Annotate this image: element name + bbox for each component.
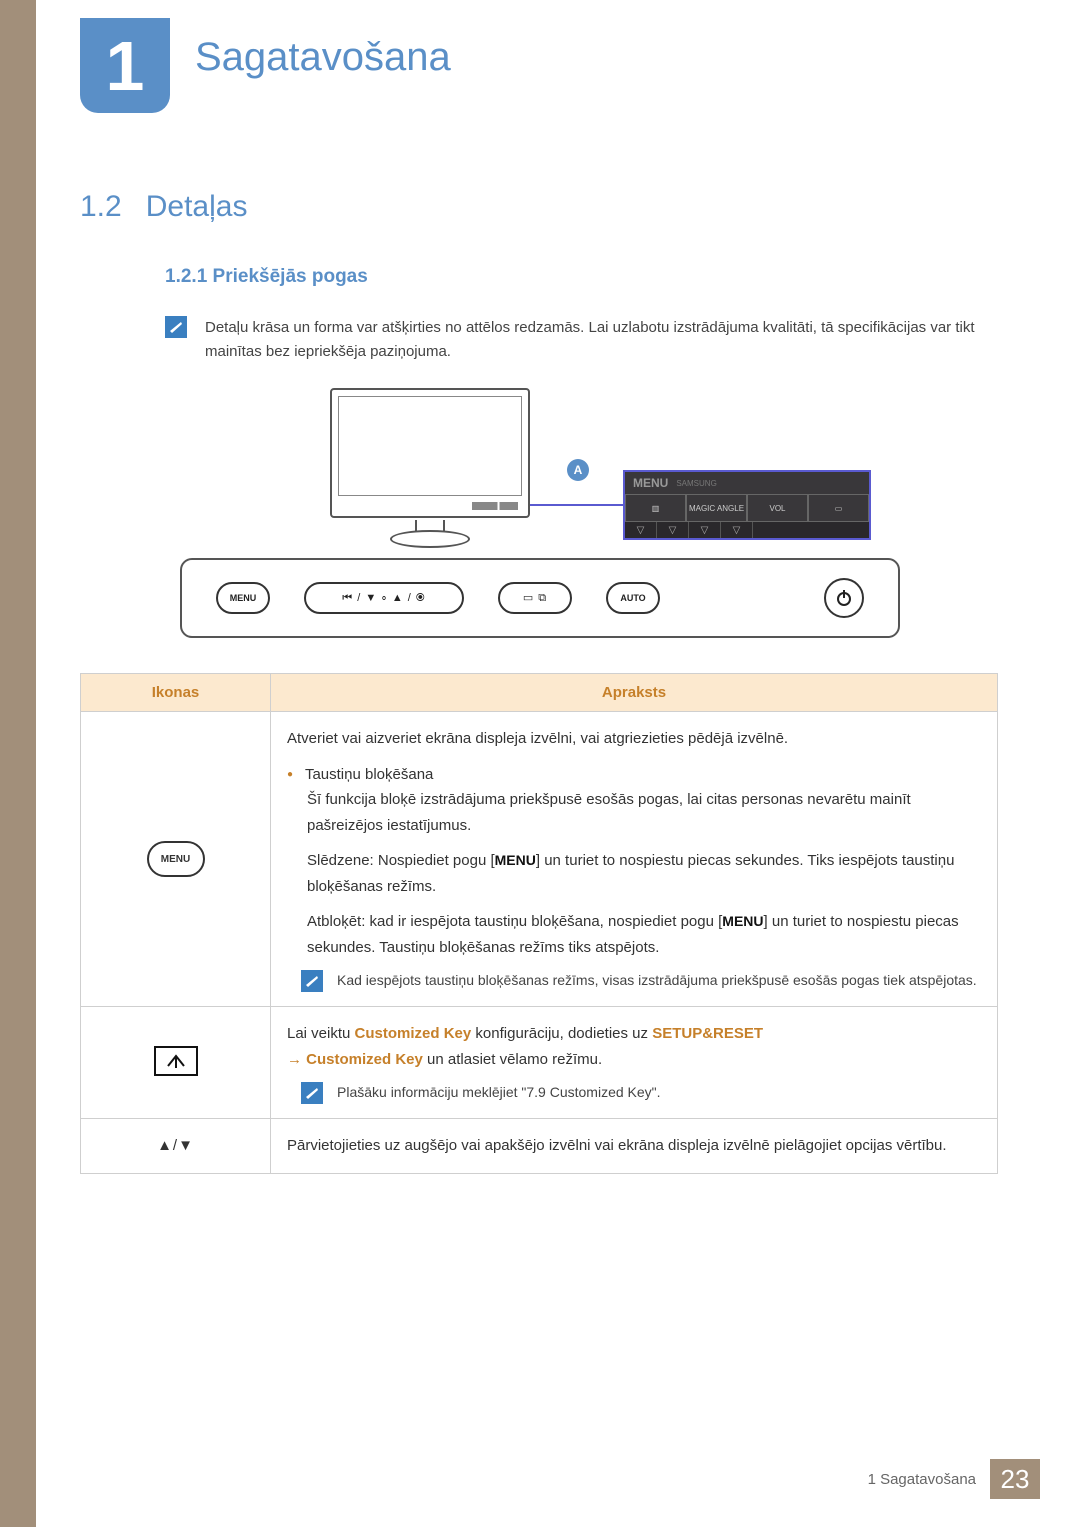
menu-button-icon: MENU xyxy=(147,841,205,877)
panel-cell-magic: MAGIC ANGLE xyxy=(686,494,747,522)
arrows-description: Pārvietojieties uz augšējo vai apakšējo … xyxy=(271,1119,998,1174)
icons-description-table: Ikonas Apraksts MENU Atveriet vai aizver… xyxy=(80,673,998,1174)
front-buttons-diagram: A MENU SAMSUNG ▥ MAGIC ANGLE VOL ▭ ▽▽▽▽ xyxy=(180,388,900,643)
th-icons: Ikonas xyxy=(81,674,271,712)
up-down-arrows-icon: ▲/▼ xyxy=(157,1137,194,1154)
panel-brand: SAMSUNG xyxy=(676,479,716,488)
panel-cell-vol: VOL xyxy=(747,494,808,522)
info-note: Detaļu krāsa un forma var atšķirties no … xyxy=(165,316,1015,364)
footer-page-number: 23 xyxy=(990,1459,1040,1499)
table-row: Lai veiktu Customized Key konfigurāciju,… xyxy=(81,1007,998,1119)
bezel-power-button xyxy=(824,578,864,618)
note-text: Detaļu krāsa un forma var atšķirties no … xyxy=(205,316,1015,364)
section-number: 1.2 xyxy=(80,190,122,224)
chapter-title: Sagatavošana xyxy=(195,35,451,80)
bezel-menu-button: MENU xyxy=(216,582,270,614)
bezel-auto-button: AUTO xyxy=(606,582,660,614)
section-heading: 1.2 Detaļas xyxy=(80,190,1015,224)
page-footer: 1 Sagatavošana 23 xyxy=(868,1459,1040,1499)
bezel-source-button: ▭ ⧉ xyxy=(498,582,572,614)
panel-menu-label: MENU xyxy=(633,476,668,490)
callout-a-badge: A xyxy=(567,459,589,481)
menu-description: Atveriet vai aizveriet ekrāna displeja i… xyxy=(271,712,998,1007)
ckey-description: Lai veiktu Customized Key konfigurāciju,… xyxy=(271,1007,998,1119)
subsection-title: Priekšējās pogas xyxy=(213,266,368,287)
monitor-outline xyxy=(330,388,530,518)
chapter-tab: 1 xyxy=(80,18,170,113)
left-margin-band xyxy=(0,0,36,1527)
table-row: MENU Atveriet vai aizveriet ekrāna displ… xyxy=(81,712,998,1007)
panel-cell-src: ▭ xyxy=(808,494,869,522)
customized-key-icon xyxy=(154,1046,198,1076)
subsection-number: 1.2.1 xyxy=(165,266,207,287)
subsection-heading: 1.2.1 Priekšējās pogas xyxy=(165,266,1015,288)
table-row: ▲/▼ Pārvietojieties uz augšējo vai apakš… xyxy=(81,1119,998,1174)
panel-cell-battery: ▥ xyxy=(625,494,686,522)
note-icon xyxy=(301,970,323,992)
th-desc: Apraksts xyxy=(271,674,998,712)
bezel-nav-button: ⏮ / ▼ ∘ ▲ / ⦿ xyxy=(304,582,464,614)
callout-panel: MENU SAMSUNG ▥ MAGIC ANGLE VOL ▭ ▽▽▽▽ xyxy=(623,470,871,540)
bezel-button-strip: MENU ⏮ / ▼ ∘ ▲ / ⦿ ▭ ⧉ AUTO xyxy=(180,558,900,638)
page-content: 1.2 Detaļas 1.2.1 Priekšējās pogas Detaļ… xyxy=(80,190,1015,1174)
note-icon xyxy=(301,1082,323,1104)
note-icon xyxy=(165,316,187,338)
section-title: Detaļas xyxy=(146,190,248,224)
chapter-number: 1 xyxy=(106,31,145,101)
footer-chapter-label: 1 Sagatavošana xyxy=(868,1471,976,1488)
